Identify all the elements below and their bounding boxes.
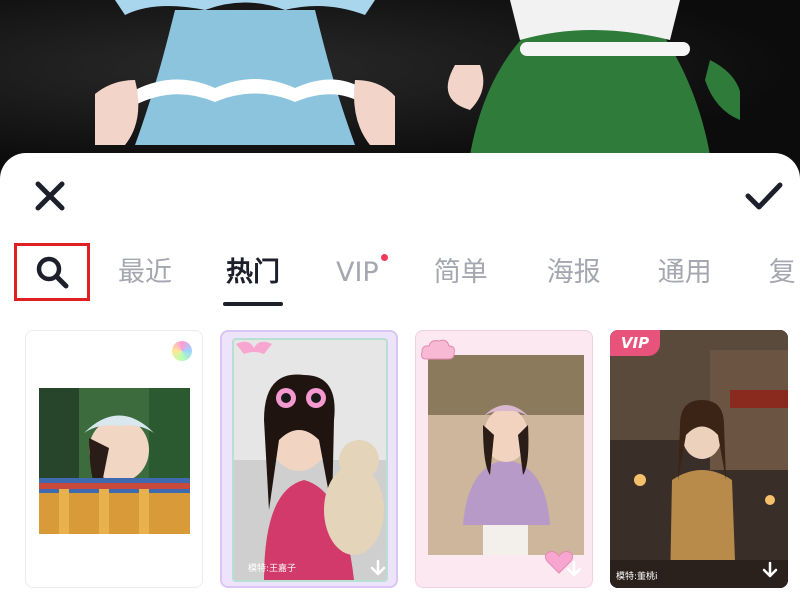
tab-recent[interactable]: 最近 — [118, 248, 172, 298]
tab-label: 热门 — [226, 257, 280, 288]
search-icon — [36, 256, 69, 289]
template-list: 模特:王嘉子 VIP 模特:董桃i — [0, 330, 800, 600]
tab-label: 最近 — [118, 257, 172, 288]
template-photo — [428, 355, 584, 555]
close-button[interactable] — [26, 172, 74, 220]
model-credit: 模特:董桃i — [616, 572, 658, 582]
tab-general[interactable]: 通用 — [658, 248, 712, 298]
tab-simple[interactable]: 简单 — [434, 248, 488, 298]
template-frame: 模特:王嘉子 — [232, 338, 388, 582]
tab-label: 海报 — [546, 257, 601, 288]
check-icon — [745, 182, 783, 210]
model-credit: 模特:王嘉子 — [248, 564, 297, 574]
confirm-button[interactable] — [738, 172, 790, 220]
background-photo — [0, 0, 800, 170]
green-figurine-image — [447, 0, 740, 155]
download-icon — [370, 559, 386, 576]
download-icon — [762, 561, 778, 578]
tab-label: VIP — [336, 257, 379, 288]
tab-label: 通用 — [657, 257, 712, 288]
rainbow-badge-icon — [172, 341, 192, 361]
tab-vip[interactable]: VIP — [336, 248, 388, 298]
tab-poster[interactable]: 海报 — [547, 248, 601, 298]
tab-label: 简单 — [433, 257, 488, 288]
blue-figurine-image — [95, 0, 395, 145]
template-photo — [39, 388, 190, 534]
category-tabs: 最近 热门 VIP 简单 海报 通用 复 — [118, 248, 796, 308]
tab-label: 复 — [768, 257, 796, 288]
search-button[interactable] — [14, 243, 90, 301]
template-card[interactable] — [415, 330, 593, 588]
cloud-sticker-icon — [421, 339, 455, 360]
template-photo — [610, 330, 788, 588]
tab-more[interactable]: 复 — [769, 248, 796, 298]
notification-dot — [380, 254, 388, 261]
template-card[interactable] — [25, 330, 203, 588]
template-card[interactable]: VIP 模特:董桃i — [610, 330, 788, 588]
active-tab-indicator — [223, 302, 283, 306]
tab-hot[interactable]: 热门 — [223, 248, 283, 306]
template-photo — [234, 340, 386, 580]
vip-badge: VIP — [610, 330, 660, 356]
download-icon — [566, 560, 582, 577]
template-card[interactable]: 模特:王嘉子 — [220, 330, 398, 588]
close-icon — [35, 181, 65, 211]
